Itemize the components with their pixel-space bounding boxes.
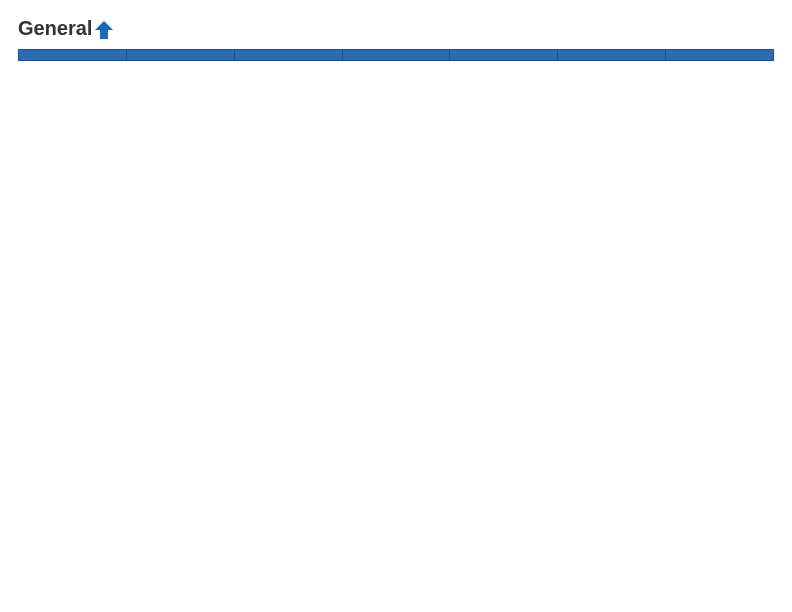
header: General [18, 18, 774, 41]
logo-icon [93, 19, 115, 41]
col-tuesday [234, 49, 342, 60]
col-monday [126, 49, 234, 60]
logo: General [18, 18, 115, 41]
calendar-page: General [0, 0, 792, 612]
logo-text: General [18, 18, 115, 41]
col-friday [558, 49, 666, 60]
calendar-table [18, 49, 774, 61]
col-wednesday [342, 49, 450, 60]
col-thursday [450, 49, 558, 60]
header-row [19, 49, 774, 60]
col-sunday [19, 49, 127, 60]
col-saturday [666, 49, 774, 60]
